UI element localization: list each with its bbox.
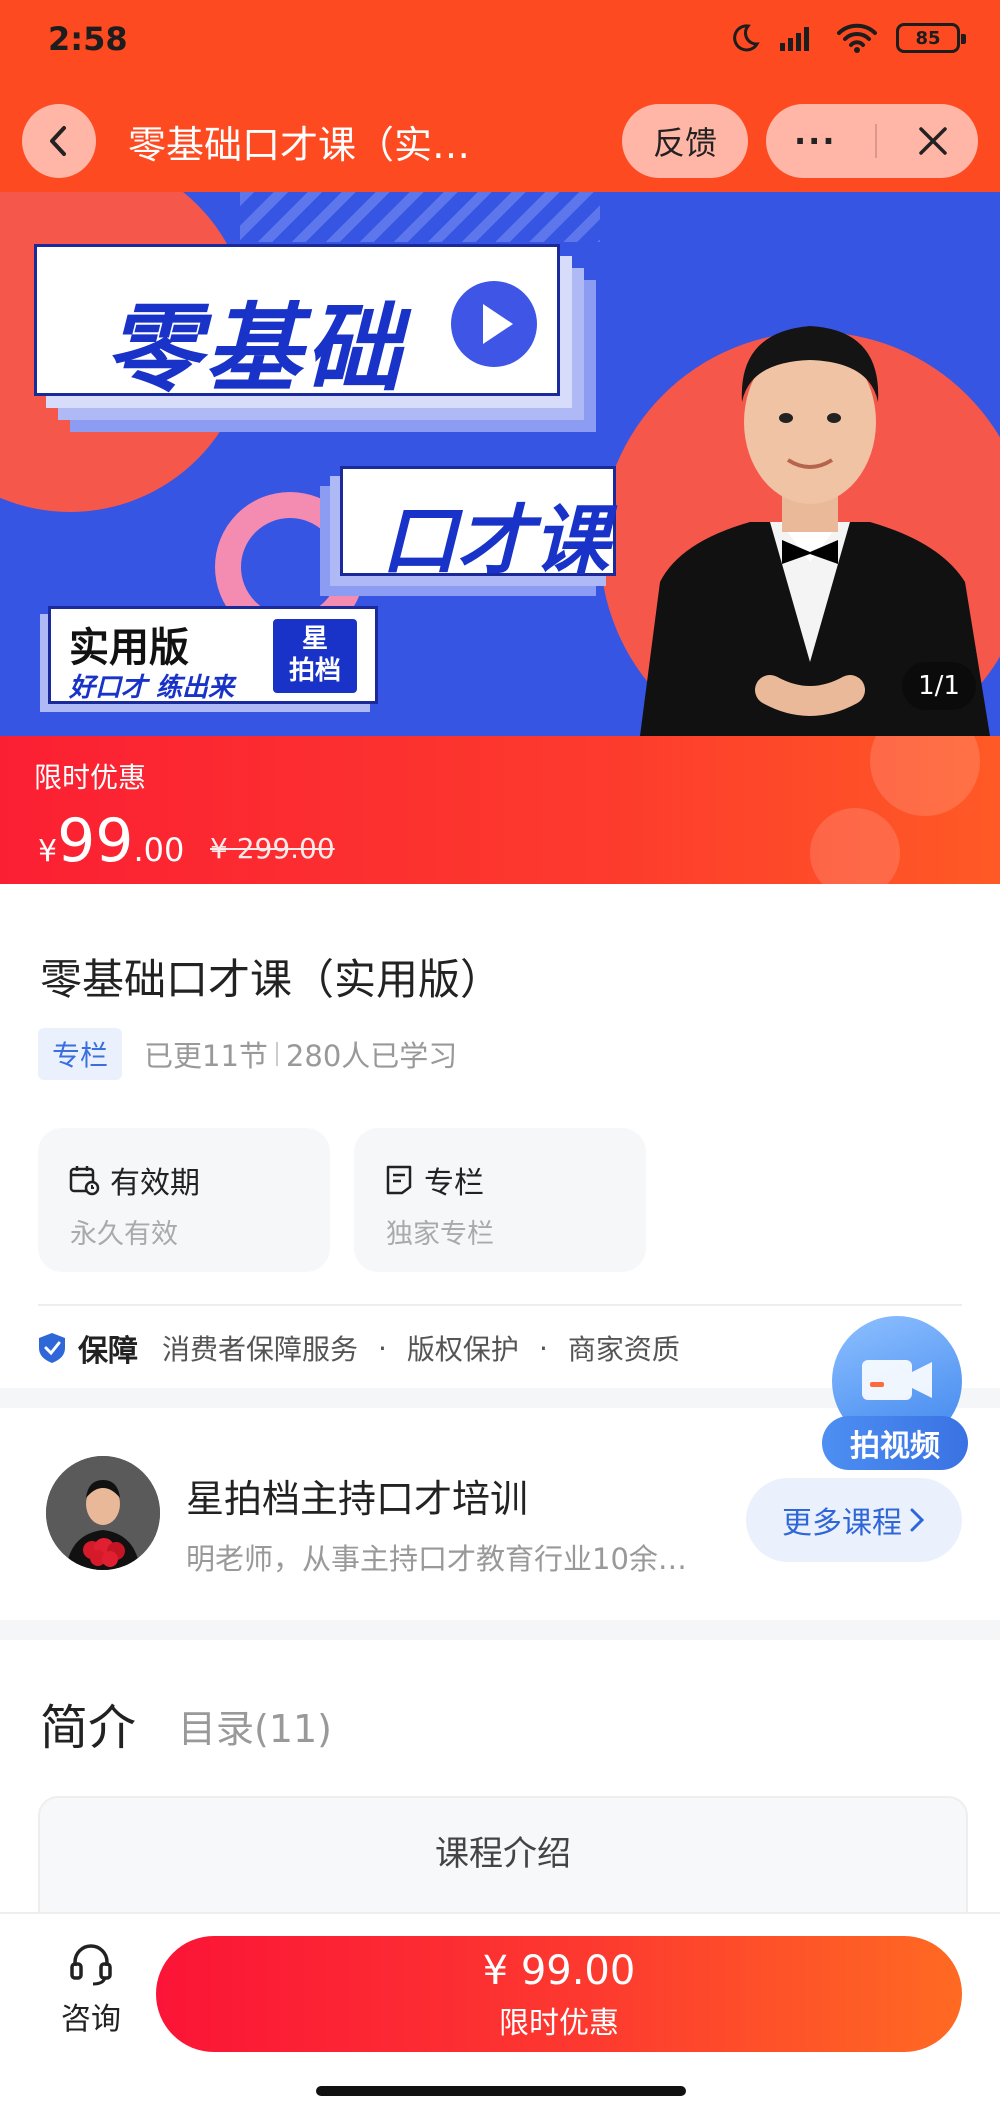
course-meta: 专栏 已更11节 280人已学习: [38, 1028, 457, 1080]
feedback-button[interactable]: 反馈: [622, 104, 748, 178]
tab-catalog[interactable]: 目录(11): [178, 1698, 332, 1753]
price-currency: ¥: [38, 834, 58, 869]
banner-subheadline-card: 口才课: [340, 466, 616, 585]
tab-intro[interactable]: 简介: [37, 1688, 143, 1758]
nav-title: 零基础口才课（实…: [128, 123, 471, 167]
battery-indicator: 85: [896, 23, 966, 53]
column-value: 独家专栏: [386, 1219, 494, 1250]
top-bar: 2:58 85 零基础口才课（实… 反馈 ···: [0, 0, 1000, 192]
buy-promo-label: 限时优惠: [499, 2006, 619, 2041]
brand-badge: 星 拍档: [273, 619, 357, 693]
guarantee-item: 版权保护: [406, 1333, 519, 1366]
status-icons: 85: [730, 22, 966, 54]
chevron-left-icon: [50, 126, 66, 156]
banner-edition: 实用版: [69, 625, 189, 671]
more-courses-button[interactable]: 更多课程: [746, 1478, 962, 1562]
guarantee-dot: ·: [378, 1331, 387, 1365]
capsule-menu: ···: [766, 104, 978, 178]
validity-value: 永久有效: [70, 1219, 178, 1250]
price-bar-decor: [810, 808, 900, 884]
section-divider: [38, 1304, 962, 1306]
original-price: ¥ 299.00: [210, 832, 335, 865]
banner-headline-card: 零基础: [34, 244, 560, 405]
headset-icon: [70, 1944, 112, 1986]
guarantee-item: 消费者保障服务: [162, 1333, 359, 1366]
price-decimal: .00: [133, 831, 185, 869]
course-title: 零基础口才课（实用版）: [40, 955, 503, 1004]
banner-decor-stripes: [240, 192, 600, 242]
close-icon[interactable]: [916, 124, 950, 158]
capsule-divider: [875, 124, 878, 158]
play-icon: [451, 281, 537, 367]
bottom-action-bar: 咨询 ¥ 99.00 限时优惠: [0, 1912, 1000, 2111]
avatar[interactable]: [46, 1456, 160, 1570]
teacher-description: 明老师，从事主持口才教育行业10余…: [186, 1542, 687, 1576]
banner-subheadline: 口才课: [381, 496, 609, 585]
banner-pager: 1/1: [902, 662, 976, 710]
course-detail-page: 2:58 85 零基础口才课（实… 反馈 ··· 零基础 口才课 实用版 好口才…: [0, 0, 1000, 2111]
column-title-row: 专栏: [384, 1158, 484, 1202]
consult-label: 咨询: [61, 2002, 121, 2037]
brand-badge-line2: 拍档: [288, 656, 341, 686]
buy-button[interactable]: ¥ 99.00 限时优惠: [156, 1936, 962, 2052]
meta-separator: [275, 1042, 278, 1066]
guarantee-row[interactable]: 保障 消费者保障服务 · 版权保护 · 商家资质: [36, 1326, 680, 1370]
learner-count: 280人已学习: [285, 1039, 458, 1073]
back-button[interactable]: [22, 104, 96, 178]
home-indicator[interactable]: [316, 2086, 686, 2096]
banner-headline: 零基础: [105, 293, 405, 405]
guarantee-dot: ·: [538, 1331, 548, 1365]
promo-label: 限时优惠: [34, 761, 147, 794]
calendar-clock-icon: [69, 1166, 100, 1196]
buy-price: ¥ 99.00: [482, 1948, 636, 1994]
banner-slogan: 好口才 练出来: [69, 673, 235, 703]
shoot-video-label: 拍视频: [822, 1416, 968, 1470]
shoot-video-button[interactable]: 拍视频: [822, 1316, 972, 1476]
wifi-icon: [837, 23, 877, 53]
consult-button[interactable]: 咨询: [56, 1940, 126, 2038]
column-title: 专栏: [424, 1166, 484, 1201]
moon-icon: [733, 24, 760, 52]
course-banner[interactable]: 零基础 口才课 实用版 好口才 练出来 星 拍档 1/1: [0, 192, 1000, 736]
current-price: ¥99.00: [38, 806, 184, 876]
price-bar: 限时优惠 ¥99.00 ¥ 299.00: [0, 736, 1000, 884]
document-icon: [386, 1165, 412, 1195]
validity-title-row: 有效期: [68, 1158, 200, 1202]
teacher-name[interactable]: 星拍档主持口才培训: [186, 1468, 528, 1523]
teacher-photo: [640, 326, 990, 736]
more-button[interactable]: ···: [794, 122, 836, 160]
section-gap: [0, 1620, 1000, 1640]
guarantee-item: 商家资质: [567, 1333, 680, 1366]
price-integer: 99: [57, 806, 134, 876]
validity-card: 有效期 永久有效: [38, 1128, 330, 1272]
guarantee-label: 保障: [78, 1334, 138, 1369]
column-card: 专栏 独家专栏: [354, 1128, 646, 1272]
chevron-right-icon: [910, 1508, 925, 1532]
price-bar-decor: [870, 736, 980, 816]
status-time: 2:58: [48, 20, 128, 58]
course-intro-heading: 课程介绍: [435, 1834, 571, 1874]
brand-badge-line1: 星: [301, 624, 328, 654]
banner-edition-card: 实用版 好口才 练出来 星 拍档: [48, 606, 378, 704]
more-courses-label: 更多课程: [782, 1506, 902, 1541]
validity-title: 有效期: [110, 1166, 200, 1201]
updated-count: 已更11节: [144, 1039, 268, 1073]
course-type-tag: 专栏: [38, 1028, 123, 1080]
shield-check-icon: [39, 1333, 65, 1363]
signal-icon: [780, 27, 809, 51]
avatar-photo: [46, 1456, 160, 1570]
